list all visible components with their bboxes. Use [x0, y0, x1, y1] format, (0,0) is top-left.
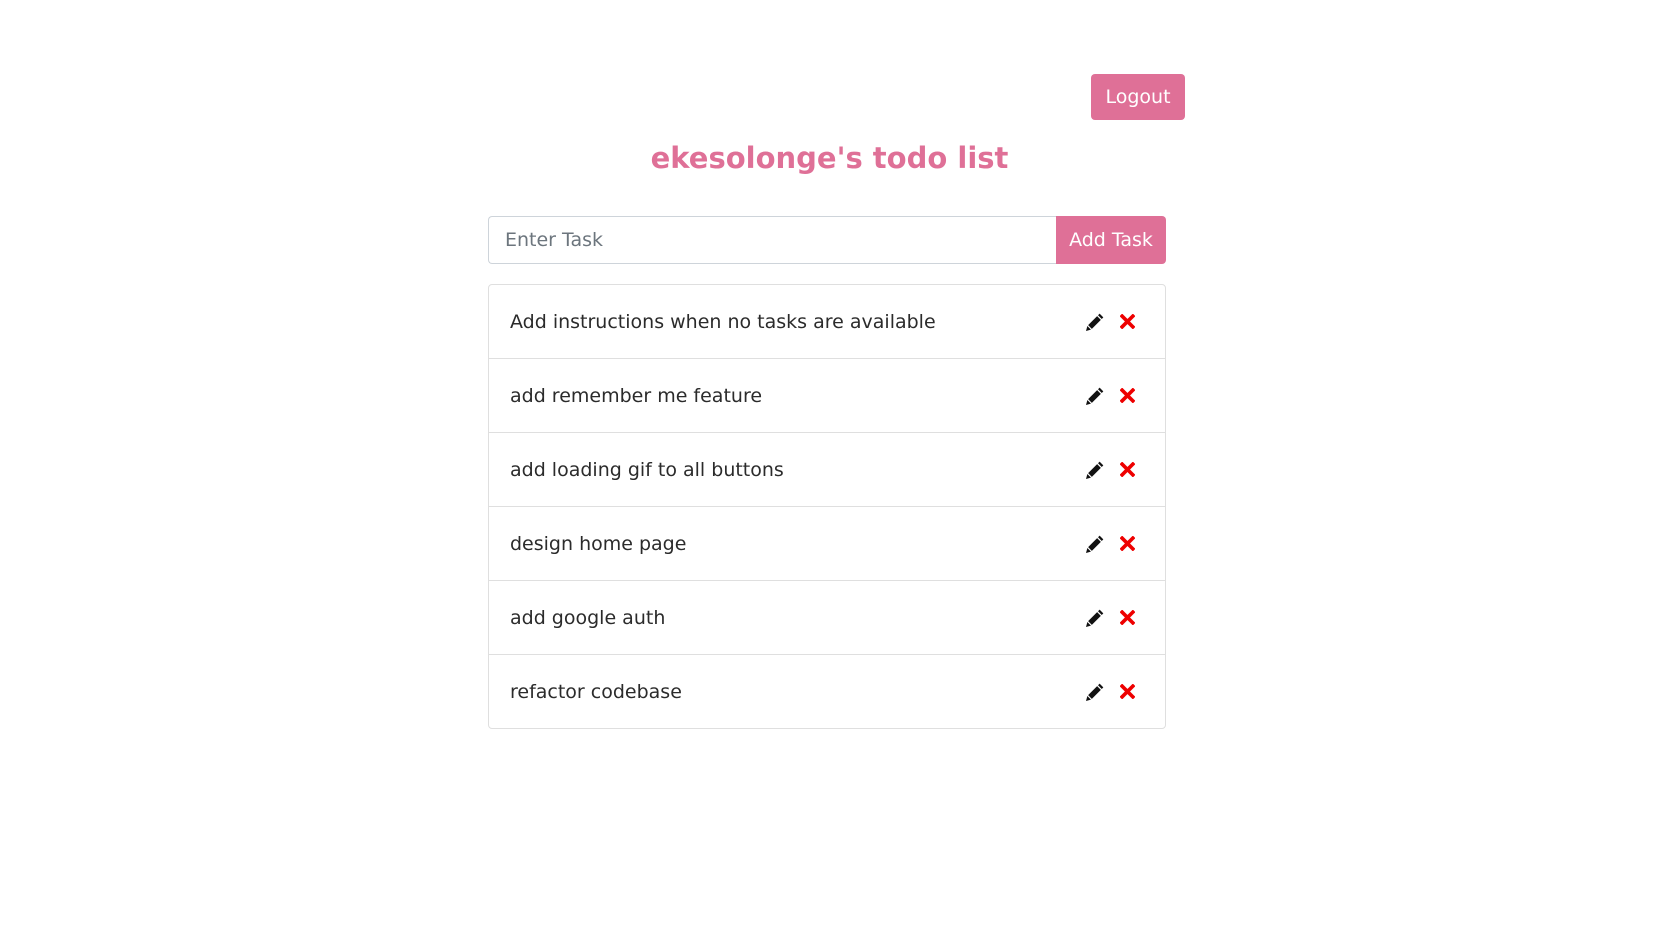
add-task-button[interactable]: Add Task: [1056, 216, 1166, 264]
pencil-icon[interactable]: [1085, 682, 1105, 702]
task-actions: [1085, 312, 1137, 332]
close-icon[interactable]: [1117, 312, 1137, 332]
task-actions: [1085, 460, 1137, 480]
task-item: add loading gif to all buttons: [489, 432, 1165, 506]
task-actions: [1085, 534, 1137, 554]
pencil-icon[interactable]: [1085, 608, 1105, 628]
close-icon[interactable]: [1117, 682, 1137, 702]
page-title: ekesolonge's todo list: [650, 141, 1009, 175]
pencil-icon[interactable]: [1085, 312, 1105, 332]
task-actions: [1085, 682, 1137, 702]
task-text: add google auth: [510, 606, 666, 629]
task-item: add remember me feature: [489, 358, 1165, 432]
close-icon[interactable]: [1117, 608, 1137, 628]
task-item: Add instructions when no tasks are avail…: [489, 285, 1165, 358]
pencil-icon[interactable]: [1085, 460, 1105, 480]
task-list: Add instructions when no tasks are avail…: [488, 284, 1166, 729]
close-icon[interactable]: [1117, 534, 1137, 554]
pencil-icon[interactable]: [1085, 386, 1105, 406]
task-actions: [1085, 608, 1137, 628]
task-text: Add instructions when no tasks are avail…: [510, 310, 936, 333]
logout-button[interactable]: Logout: [1091, 74, 1185, 120]
task-item: add google auth: [489, 580, 1165, 654]
task-text: add remember me feature: [510, 384, 763, 407]
task-text: add loading gif to all buttons: [510, 458, 784, 481]
task-item: refactor codebase: [489, 654, 1165, 728]
task-actions: [1085, 386, 1137, 406]
task-text: design home page: [510, 532, 687, 555]
pencil-icon[interactable]: [1085, 534, 1105, 554]
task-item: design home page: [489, 506, 1165, 580]
task-text: refactor codebase: [510, 680, 682, 703]
close-icon[interactable]: [1117, 460, 1137, 480]
add-task-form: Add Task: [488, 216, 1166, 264]
close-icon[interactable]: [1117, 386, 1137, 406]
task-input[interactable]: [488, 216, 1056, 264]
